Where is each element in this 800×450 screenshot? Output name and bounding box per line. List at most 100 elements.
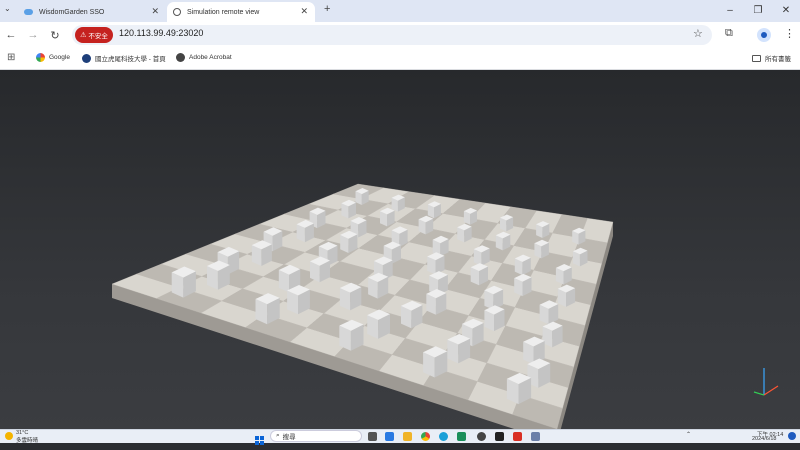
cube: [207, 260, 230, 290]
cube: [427, 252, 445, 275]
cube: [557, 284, 576, 307]
cube: [447, 334, 471, 364]
cube: [355, 188, 369, 205]
menu-icon[interactable]: ⋮: [784, 27, 795, 40]
cube: [171, 266, 196, 298]
taskbar-search[interactable]: ⌕ 搜尋: [270, 430, 362, 442]
obs-icon[interactable]: [477, 432, 486, 441]
app-red-icon[interactable]: [513, 432, 522, 441]
apps-grid-icon[interactable]: ⊞: [7, 52, 15, 63]
cube: [310, 256, 330, 283]
forward-button[interactable]: →: [24, 26, 42, 44]
widgets-icon[interactable]: [385, 432, 394, 441]
cube: [457, 223, 472, 243]
warning-icon: ⚠: [80, 32, 87, 39]
folder-icon: [752, 54, 761, 62]
cube: [287, 285, 310, 315]
search-icon: ⌕: [276, 432, 280, 439]
notification-icon[interactable]: [788, 432, 796, 440]
cube: [368, 272, 389, 299]
cube: [470, 263, 488, 286]
not-secure-label: 不安全: [88, 33, 108, 40]
bookmark-label: Google: [49, 54, 70, 61]
all-bookmarks-label: 所有書籤: [765, 56, 791, 63]
task-view-icon[interactable]: [368, 432, 377, 441]
cube: [500, 214, 514, 232]
cube: [484, 305, 505, 332]
cube: [296, 219, 314, 243]
bookmark-star-icon[interactable]: ☆: [693, 27, 703, 40]
cube: [427, 201, 441, 219]
extensions-icon[interactable]: ⧉: [725, 27, 733, 40]
edge-icon[interactable]: [439, 432, 448, 441]
cube: [341, 199, 356, 219]
cube: [339, 282, 362, 311]
simulation-viewport[interactable]: [0, 70, 800, 429]
google-icon: [36, 53, 45, 62]
restore-button[interactable]: ❐: [746, 2, 770, 18]
all-bookmarks[interactable]: 所有書籤: [752, 53, 791, 63]
minimize-button[interactable]: –: [718, 2, 742, 18]
cube: [367, 309, 390, 339]
reload-button[interactable]: ↻: [46, 26, 64, 44]
tab-search-button[interactable]: ⌄: [4, 4, 11, 13]
start-icon[interactable]: [255, 432, 264, 445]
tab-title: Simulation remote view: [187, 8, 260, 16]
cube: [426, 289, 447, 315]
tab-wisdomgarden[interactable]: WisdomGarden SSO ✕: [18, 2, 166, 22]
bookmark-google[interactable]: Google: [36, 53, 70, 62]
file-explorer-icon[interactable]: [403, 432, 412, 441]
cube: [340, 230, 358, 253]
not-secure-chip[interactable]: ⚠ 不安全: [75, 27, 113, 43]
bookmark-nfu[interactable]: 國立虎尾科技大學 - 首頁: [82, 53, 166, 63]
bookmark-label: 國立虎尾科技大學 - 首頁: [95, 56, 166, 63]
close-tab-icon[interactable]: ✕: [300, 6, 308, 17]
axis-gizmo: [753, 368, 779, 396]
cube: [495, 231, 511, 251]
app-icon[interactable]: [457, 432, 466, 441]
search-label: 搜尋: [282, 434, 296, 441]
bookmark-acrobat[interactable]: Adobe Acrobat: [176, 53, 232, 62]
cube: [542, 321, 563, 348]
cube: [573, 247, 588, 267]
bookmark-label: Adobe Acrobat: [189, 54, 232, 61]
cube: [423, 346, 448, 378]
close-tab-icon[interactable]: ✕: [151, 6, 159, 17]
close-window-button[interactable]: ✕: [774, 2, 798, 18]
cloud-icon: [24, 9, 33, 15]
clock-date[interactable]: 2024/6/18: [752, 436, 776, 442]
new-tab-button[interactable]: +: [324, 3, 330, 15]
app-gear-icon[interactable]: [531, 432, 540, 441]
cube: [380, 207, 395, 227]
cube: [339, 319, 364, 351]
url-text[interactable]: 120.113.99.49:23020: [119, 28, 203, 38]
cube: [255, 293, 280, 325]
terminal-icon[interactable]: [495, 432, 504, 441]
cube: [473, 245, 490, 266]
cube: [572, 227, 586, 245]
cube: [463, 207, 477, 225]
profile-avatar[interactable]: [757, 28, 771, 42]
tab-title: WisdomGarden SSO: [39, 8, 105, 16]
cube: [418, 215, 434, 235]
acrobat-icon: [176, 53, 185, 62]
weather-icon: [5, 432, 13, 440]
cube: [251, 240, 272, 266]
cube: [514, 254, 531, 276]
nfu-logo-icon: [82, 53, 91, 63]
person-icon: [761, 32, 767, 38]
tab-simulation-remote-view[interactable]: Simulation remote view ✕: [167, 2, 315, 22]
cube: [401, 300, 423, 329]
scene-canvas[interactable]: [0, 70, 800, 429]
back-button[interactable]: ←: [2, 26, 20, 44]
cube: [555, 264, 572, 285]
cube: [539, 300, 559, 325]
cube: [506, 372, 532, 405]
cube: [536, 221, 550, 238]
cube: [514, 273, 532, 297]
tray-chevron-icon[interactable]: ⌃: [686, 431, 691, 438]
taskbar: [0, 429, 800, 443]
chrome-icon[interactable]: [421, 432, 430, 441]
globe-icon: [173, 8, 181, 16]
cube: [534, 239, 549, 259]
